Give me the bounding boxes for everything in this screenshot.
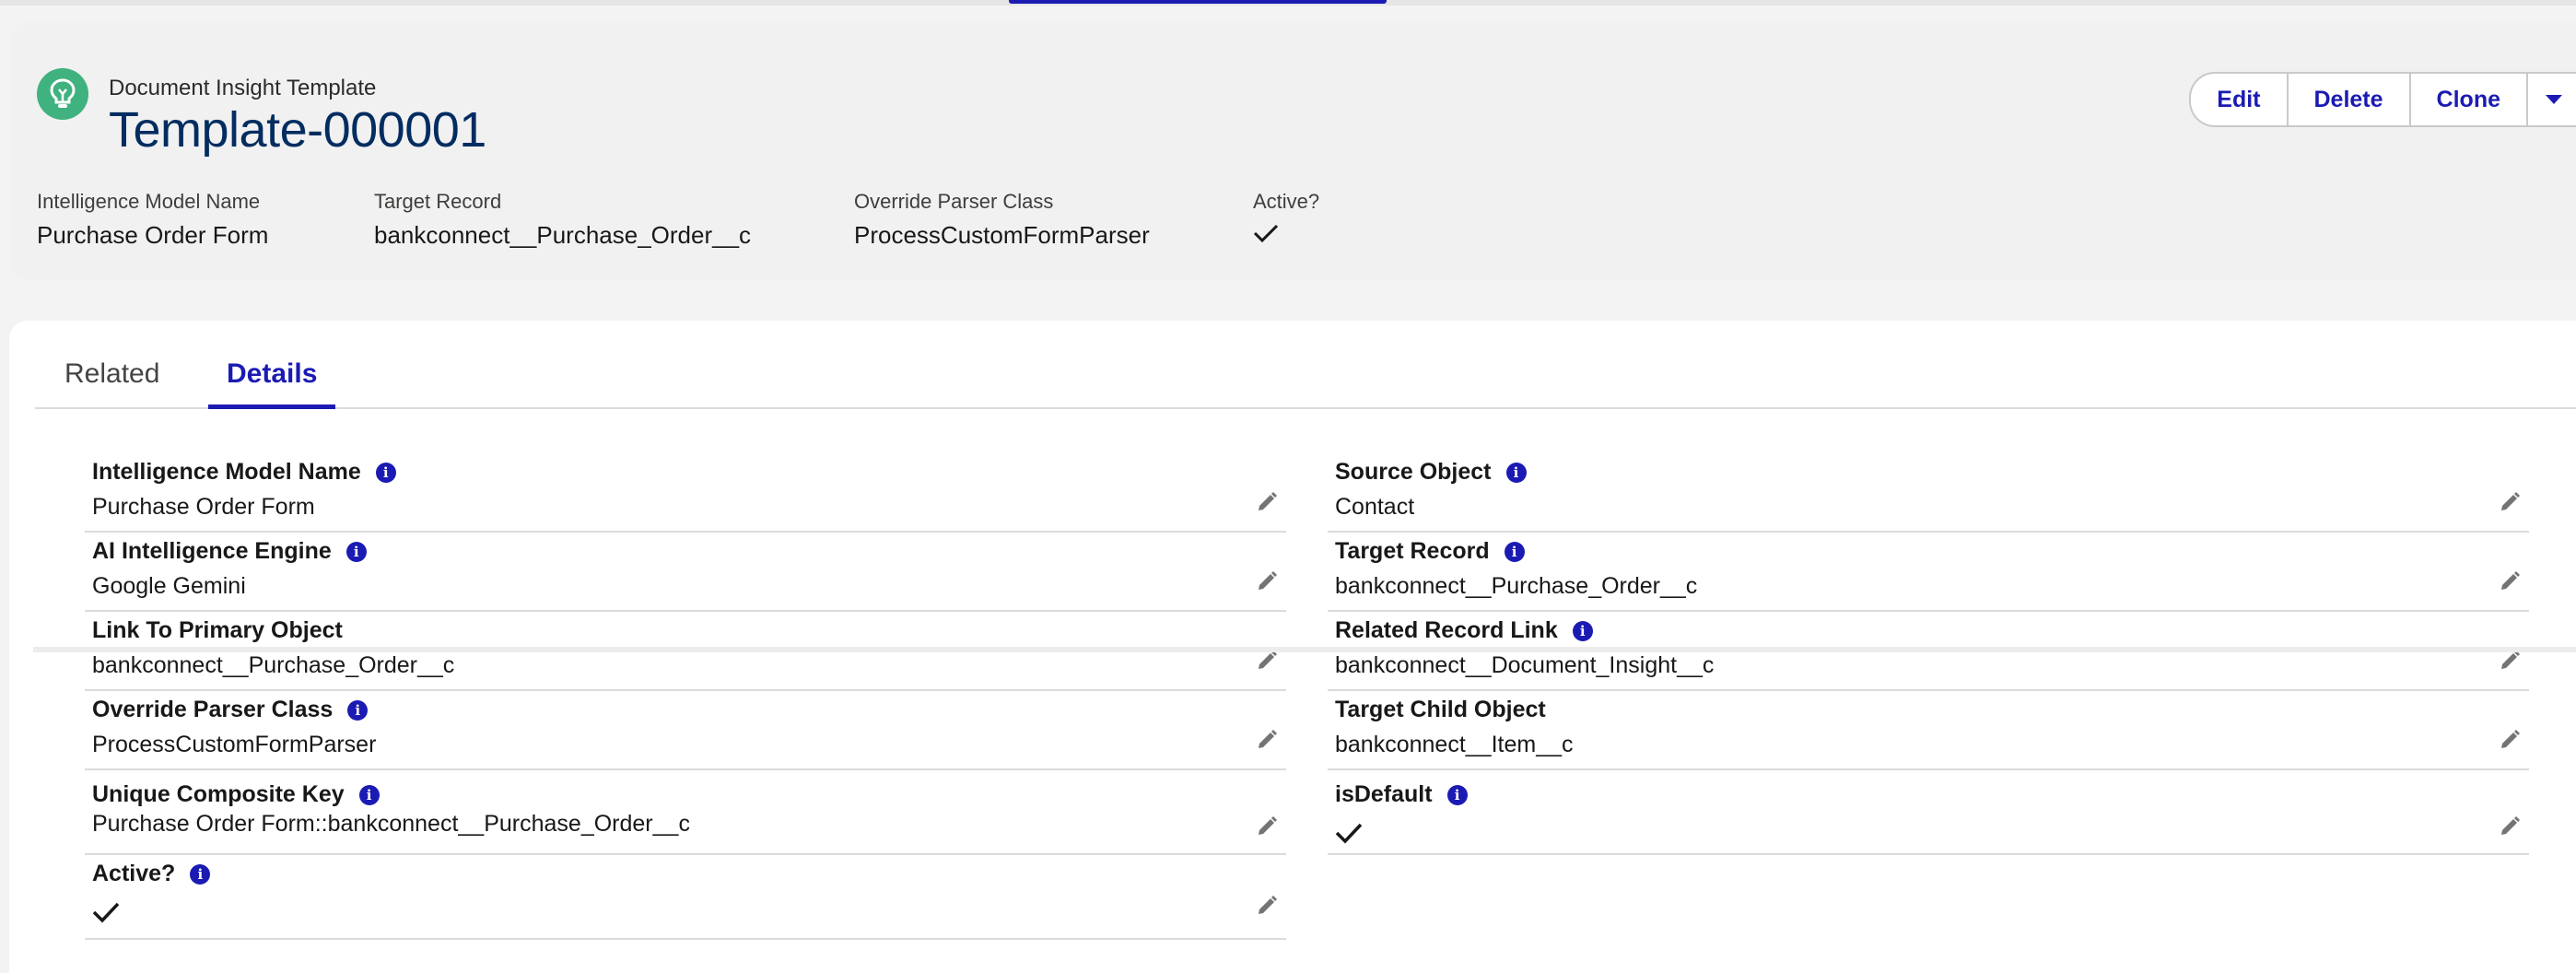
field-label: Override Parser Class i (92, 697, 369, 723)
delete-button[interactable]: Delete (2289, 74, 2411, 125)
info-icon[interactable]: i (1504, 541, 1525, 562)
clone-button[interactable]: Clone (2411, 74, 2528, 125)
edit-pencil-icon[interactable] (2498, 728, 2522, 756)
edit-pencil-icon[interactable] (2498, 649, 2522, 677)
tab-details[interactable]: Details (208, 356, 336, 409)
field-label: Active? i (92, 861, 211, 887)
highlight-intelligence-model-name: Intelligence Model Name Purchase Order F… (37, 190, 269, 249)
top-progress-segment (1009, 0, 1387, 4)
field-label: Intelligence Model Name i (92, 459, 396, 486)
field-value: Purchase Order Form (92, 494, 315, 520)
info-icon[interactable]: i (375, 462, 396, 483)
chevron-down-icon (2546, 95, 2562, 104)
field-value: bankconnect__Document_Insight__c (1335, 652, 1715, 678)
field-label: Link To Primary Object (92, 617, 343, 643)
edit-pencil-icon[interactable] (1255, 569, 1279, 598)
checkmark-icon (1335, 823, 1363, 844)
field-label: AI Intelligence Engine i (92, 538, 367, 565)
active-tab-indicator (208, 404, 336, 409)
field-value: bankconnect__Item__c (1335, 732, 1574, 757)
field-unique-composite-key: Unique Composite Key i Purchase Order Form… (85, 768, 1286, 855)
field-label: isDefault i (1335, 781, 1468, 808)
field-label: Related Record Link i (1335, 617, 1593, 644)
field-value: bankconnect__Purchase_Order__c (92, 652, 455, 678)
record-icon (37, 68, 88, 120)
field-active: Active? i (85, 848, 1286, 940)
field-label: Target Record i (1335, 538, 1525, 565)
checkmark-icon (92, 902, 120, 923)
info-icon[interactable]: i (345, 541, 367, 562)
edit-pencil-icon[interactable] (1255, 815, 1279, 843)
edit-pencil-icon[interactable] (1255, 728, 1279, 756)
highlight-override-parser-class: Override Parser Class ProcessCustomFormP… (854, 190, 1150, 249)
field-target-child-object: Target Child Object bankconnect__Item__c (1328, 689, 2529, 770)
page-title: Template-000001 (109, 102, 486, 158)
edit-pencil-icon[interactable] (2498, 815, 2522, 843)
field-override-parser-class: Override Parser Class i ProcessCustomFormP… (85, 689, 1286, 770)
record-header: Document Insight Template Template-00000… (11, 22, 2576, 280)
top-progress-bar (0, 0, 2576, 6)
field-value (1335, 822, 1363, 850)
field-label: Unique Composite Key i (92, 781, 380, 808)
lightbulb-icon (50, 78, 76, 108)
field-intelligence-model-name: Intelligence Model Name i Purchase Order F… (85, 451, 1286, 533)
highlight-active: Active? (1253, 190, 1319, 250)
field-label: Source Object i (1335, 459, 1527, 486)
info-icon[interactable]: i (347, 699, 369, 721)
info-icon[interactable]: i (1505, 462, 1527, 483)
edit-pencil-icon[interactable] (1255, 894, 1279, 922)
field-value (92, 901, 120, 930)
edit-button[interactable]: Edit (2191, 74, 2289, 125)
edit-pencil-icon[interactable] (1255, 649, 1279, 677)
field-ai-intelligence-engine: AI Intelligence Engine i Google Gemini (85, 531, 1286, 612)
more-actions-button[interactable] (2528, 74, 2576, 125)
edit-pencil-icon[interactable] (1255, 490, 1279, 519)
edit-pencil-icon[interactable] (2498, 569, 2522, 598)
record-actions: Edit Delete Clone (2189, 72, 2576, 127)
highlight-target-record: Target Record bankconnect__Purchase_Orde… (374, 190, 752, 249)
field-value: Purchase Order Form::bankconnect__Purcha… (92, 811, 690, 837)
info-icon[interactable]: i (1572, 620, 1593, 641)
object-type-label: Document Insight Template (109, 76, 377, 100)
info-icon[interactable]: i (358, 784, 380, 805)
field-source-object: Source Object i Contact (1328, 451, 2529, 533)
info-icon[interactable]: i (1446, 784, 1468, 805)
field-value: bankconnect__Purchase_Order__c (1335, 573, 1698, 599)
field-value: ProcessCustomFormParser (92, 732, 377, 757)
tab-related[interactable]: Related (64, 356, 159, 407)
field-target-record: Target Record i bankconnect__Purchase_Orde… (1328, 531, 2529, 612)
edit-pencil-icon[interactable] (2498, 490, 2522, 519)
tab-bar: Related Details (35, 356, 2576, 409)
field-value: Google Gemini (92, 573, 246, 599)
checkmark-icon (1253, 224, 1279, 243)
bottom-divider (33, 647, 2576, 652)
field-value: Contact (1335, 494, 1415, 520)
field-isdefault: isDefault i (1328, 768, 2529, 855)
field-label: Target Child Object (1335, 697, 1546, 722)
info-icon[interactable]: i (190, 863, 211, 885)
